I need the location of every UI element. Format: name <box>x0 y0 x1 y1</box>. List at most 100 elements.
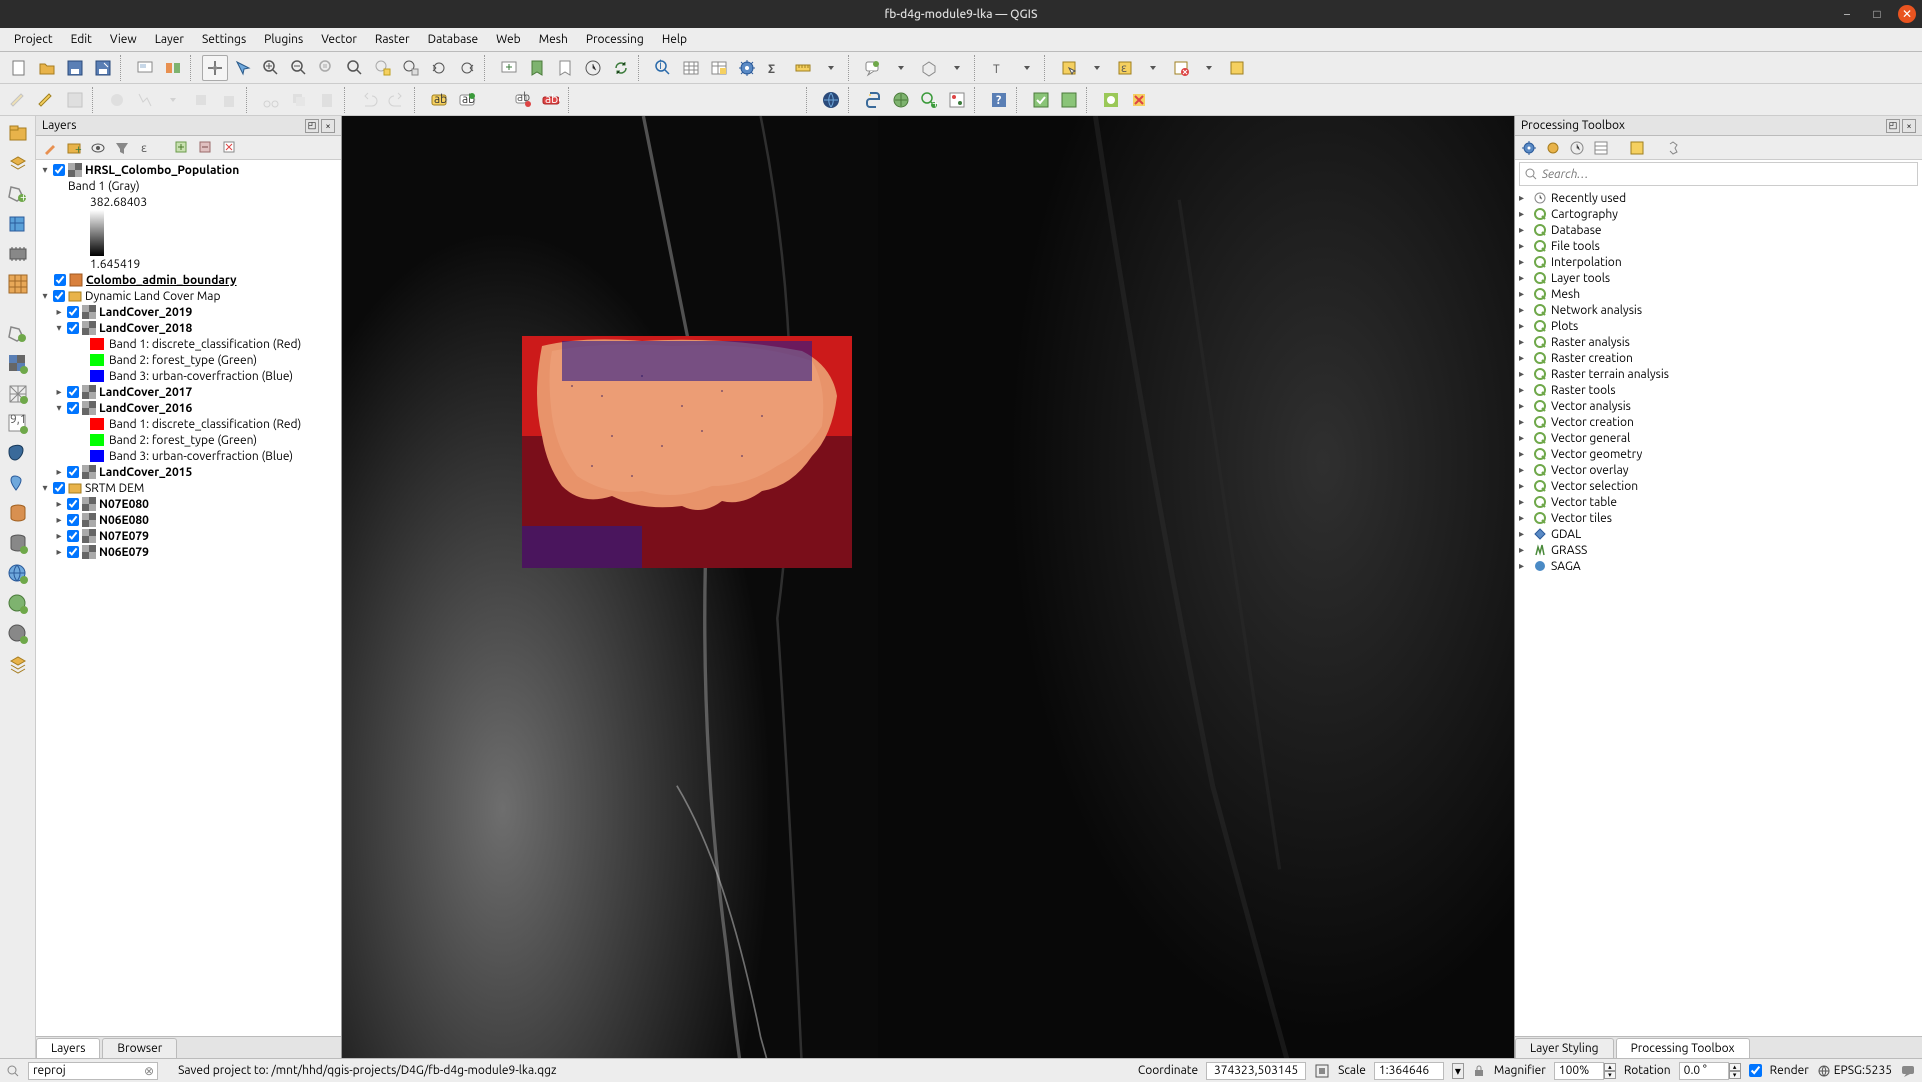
add-delimited-button[interactable]: 9,1 <box>4 410 32 438</box>
georef-button[interactable] <box>944 87 970 113</box>
pan-button[interactable] <box>202 55 228 81</box>
layer-label[interactable]: Colombo_admin_boundary <box>86 274 237 287</box>
toolbox-item[interactable]: Raster creation <box>1551 352 1633 365</box>
menu-plugins[interactable]: Plugins <box>256 31 311 48</box>
expand-icon[interactable]: ▸ <box>54 514 64 526</box>
magnifier-input[interactable] <box>1554 1062 1604 1080</box>
messages-icon[interactable] <box>1900 1063 1916 1079</box>
layer-label[interactable]: LandCover_2018 <box>99 322 192 335</box>
layer-checkbox[interactable] <box>53 290 65 302</box>
measure-menu-icon[interactable] <box>818 55 844 81</box>
style-manager-button[interactable] <box>160 55 186 81</box>
zoom-last-button[interactable] <box>426 55 452 81</box>
undo-button[interactable] <box>356 87 382 113</box>
layer-checkbox[interactable] <box>54 274 66 286</box>
redo-button[interactable] <box>384 87 410 113</box>
expand-icon[interactable]: ▸ <box>1519 224 1529 236</box>
toolbox-item[interactable]: SAGA <box>1551 560 1581 573</box>
expand-icon[interactable]: ▸ <box>1519 528 1529 540</box>
map-canvas[interactable] <box>342 116 1514 1058</box>
minimize-button[interactable]: – <box>1838 5 1856 23</box>
current-edits-button[interactable] <box>6 87 32 113</box>
expand-icon[interactable]: ▸ <box>1519 560 1529 572</box>
expand-icon[interactable]: ▾ <box>54 322 64 334</box>
tab-layers[interactable]: Layers <box>36 1038 100 1058</box>
menu-layer[interactable]: Layer <box>147 31 192 48</box>
layer-visibility-button[interactable] <box>88 138 108 158</box>
layer-add-group-button[interactable]: + <box>64 138 84 158</box>
expand-icon[interactable]: ▸ <box>1519 416 1529 428</box>
edit-in-place-button[interactable] <box>1591 138 1611 158</box>
text-annotation-button[interactable]: T <box>986 55 1012 81</box>
qms-button[interactable] <box>818 87 844 113</box>
layers-tree[interactable]: ▾HRSL_Colombo_Population Band 1 (Gray) 3… <box>36 160 341 1036</box>
label-move-button[interactable] <box>608 87 634 113</box>
processing-toolbox-button[interactable] <box>734 55 760 81</box>
label-highlight-button[interactable]: abc <box>454 87 480 113</box>
new-map-view-button[interactable] <box>496 55 522 81</box>
expand-icon[interactable]: ▸ <box>54 546 64 558</box>
toolbox-item[interactable]: Vector tiles <box>1551 512 1612 525</box>
open-project-button[interactable] <box>34 55 60 81</box>
layer-label[interactable]: N07E080 <box>99 498 149 511</box>
toolbox-item[interactable]: Raster terrain analysis <box>1551 368 1669 381</box>
select-features-button[interactable] <box>1056 55 1082 81</box>
layer-label[interactable]: LandCover_2019 <box>99 306 192 319</box>
plugin-3-button[interactable] <box>1098 87 1124 113</box>
layer-remove-button[interactable] <box>220 138 240 158</box>
cut-button[interactable] <box>258 87 284 113</box>
delete-selected-button[interactable] <box>216 87 242 113</box>
expand-icon[interactable]: ▸ <box>1519 352 1529 364</box>
rotation-input[interactable] <box>1679 1062 1729 1080</box>
menu-vector[interactable]: Vector <box>313 31 365 48</box>
expand-icon[interactable]: ▸ <box>1519 480 1529 492</box>
spin-down-icon[interactable]: ▾ <box>1729 1071 1741 1079</box>
label-props-button[interactable] <box>692 87 718 113</box>
plugin-2-button[interactable] <box>1056 87 1082 113</box>
layer-checkbox[interactable] <box>67 386 79 398</box>
zoom-layer-button[interactable] <box>398 55 424 81</box>
expand-icon[interactable]: ▸ <box>54 306 64 318</box>
toolbox-item[interactable]: GRASS <box>1551 544 1587 557</box>
toggle-editing-button[interactable] <box>34 87 60 113</box>
tab-layer-styling[interactable]: Layer Styling <box>1515 1038 1614 1058</box>
menu-web[interactable]: Web <box>488 31 529 48</box>
label-show-button[interactable] <box>580 87 606 113</box>
add-wcs-button[interactable] <box>4 620 32 648</box>
crs-button[interactable]: EPSG:5235 <box>1817 1064 1892 1078</box>
toolbox-tree[interactable]: ▸Recently used ▸Cartography ▸Database ▸F… <box>1515 188 1922 1036</box>
expand-icon[interactable]: ▸ <box>1519 256 1529 268</box>
locator-clear-icon[interactable]: ⊗ <box>144 1064 154 1078</box>
panel-undock-button[interactable]: ◰ <box>1886 119 1900 133</box>
expand-icon[interactable]: ▸ <box>1519 320 1529 332</box>
menu-project[interactable]: Project <box>6 31 61 48</box>
layer-label[interactable]: LandCover_2016 <box>99 402 192 415</box>
panel-close-button[interactable]: × <box>321 119 335 133</box>
expand-icon[interactable]: ▾ <box>40 290 50 302</box>
expand-icon[interactable]: ▸ <box>1519 384 1529 396</box>
label-rotate-button[interactable] <box>636 87 662 113</box>
expand-icon[interactable]: ▸ <box>54 386 64 398</box>
model-designer-button[interactable] <box>1519 138 1539 158</box>
layer-checkbox[interactable] <box>67 514 79 526</box>
toolbox-item[interactable]: Vector general <box>1551 432 1630 445</box>
layer-checkbox[interactable] <box>67 466 79 478</box>
results-button[interactable] <box>1567 138 1587 158</box>
zoom-selection-button[interactable] <box>370 55 396 81</box>
new-project-button[interactable] <box>6 55 32 81</box>
layer-label[interactable]: N06E080 <box>99 514 149 527</box>
expand-icon[interactable]: ▾ <box>40 164 50 176</box>
field-calc-button[interactable] <box>706 55 732 81</box>
expand-icon[interactable]: ▾ <box>40 482 50 494</box>
layer-label[interactable]: Dynamic Land Cover Map <box>85 290 221 303</box>
toolbox-item[interactable]: Vector geometry <box>1551 448 1642 461</box>
menu-mesh[interactable]: Mesh <box>531 31 576 48</box>
expand-icon[interactable]: ▸ <box>1519 464 1529 476</box>
options-button[interactable] <box>1627 138 1647 158</box>
providers-button[interactable] <box>1663 138 1683 158</box>
toolbox-item[interactable]: Cartography <box>1551 208 1618 221</box>
render-checkbox[interactable] <box>1749 1064 1762 1077</box>
expand-icon[interactable]: ▸ <box>1519 368 1529 380</box>
layer-checkbox[interactable] <box>67 546 79 558</box>
move-feature-button[interactable] <box>188 87 214 113</box>
